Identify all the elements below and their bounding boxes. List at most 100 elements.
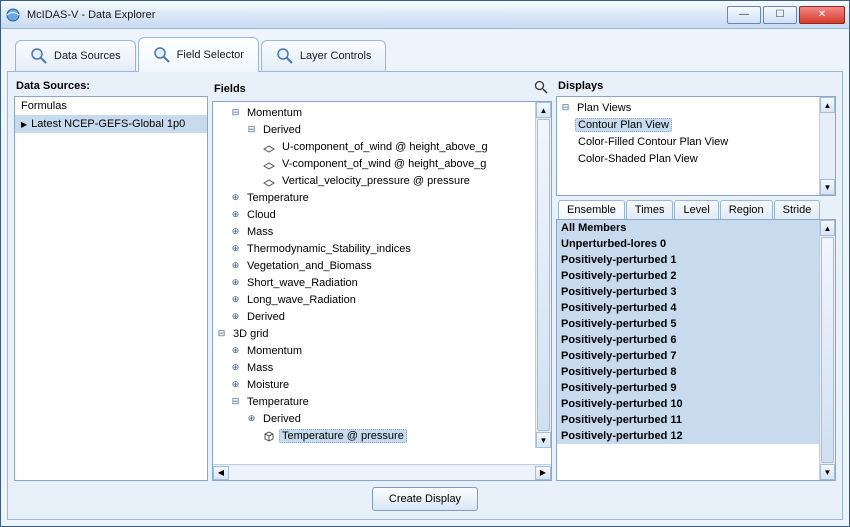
expand-icon[interactable]: ⊕ [231,380,240,389]
member-item[interactable]: Positively-perturbed 7 [557,348,819,364]
field-thermo[interactable]: ⊕Thermodynamic_Stability_indices [217,240,533,257]
main-tabstrip: Data Sources Field Selector Layer Contro… [7,35,843,71]
subtab-ensemble[interactable]: Ensemble [558,200,625,219]
display-color-shaded[interactable]: Color-Shaded Plan View [561,150,815,167]
app-icon [5,7,21,23]
collapse-icon[interactable]: ⊟ [231,397,240,406]
field-mass[interactable]: ⊕Mass [217,223,533,240]
field-moisture-2[interactable]: ⊕Moisture [217,376,533,393]
member-item[interactable]: Positively-perturbed 8 [557,364,819,380]
member-item[interactable]: Positively-perturbed 4 [557,300,819,316]
collapse-icon[interactable]: ⊟ [231,108,240,117]
expand-icon[interactable]: ⊕ [231,210,240,219]
tab-label: Data Sources [54,50,121,62]
members-vertical-scrollbar[interactable]: ▲ ▼ [819,220,835,480]
member-item[interactable]: Positively-perturbed 11 [557,412,819,428]
field-derived-2[interactable]: ⊕Derived [217,308,533,325]
field-3d-grid[interactable]: ⊟3D grid [217,325,533,342]
member-item[interactable]: Positively-perturbed 9 [557,380,819,396]
scroll-thumb[interactable] [537,119,550,431]
field-long-wave[interactable]: ⊕Long_wave_Radiation [217,291,533,308]
fields-header: Fields [214,83,246,95]
scroll-left-icon[interactable]: ◀ [213,466,229,480]
fields-vertical-scrollbar[interactable]: ▲ ▼ [535,102,551,448]
field-momentum[interactable]: ⊟Momentum [217,104,533,121]
main-panel: Data Sources: Formulas Latest NCEP-GEFS-… [7,71,843,520]
expand-icon[interactable]: ⊕ [231,312,240,321]
member-item[interactable]: Positively-perturbed 10 [557,396,819,412]
magnifier-icon [30,47,48,65]
scroll-down-icon[interactable]: ▼ [820,179,835,195]
tab-field-selector[interactable]: Field Selector [138,37,259,72]
member-item[interactable]: Positively-perturbed 12 [557,428,819,444]
tab-data-sources[interactable]: Data Sources [15,40,136,71]
ensemble-members-list[interactable]: All Members Unperturbed-lores 0 Positive… [556,219,836,481]
collapse-icon[interactable]: ⊟ [217,329,226,338]
expand-icon[interactable]: ⊕ [231,346,240,355]
field-vert-vel[interactable]: Vertical_velocity_pressure @ pressure [217,172,533,189]
scroll-down-icon[interactable]: ▼ [820,464,835,480]
expand-icon[interactable]: ⊕ [231,227,240,236]
scroll-right-icon[interactable]: ▶ [535,466,551,480]
field-derived[interactable]: ⊟Derived [217,121,533,138]
displays-header: Displays [556,78,836,96]
titlebar[interactable]: McIDAS-V - Data Explorer — ☐ ✕ [1,1,849,29]
scroll-up-icon[interactable]: ▲ [820,220,835,236]
member-item[interactable]: Positively-perturbed 2 [557,268,819,284]
create-display-button[interactable]: Create Display [372,487,478,511]
scroll-down-icon[interactable]: ▼ [536,432,551,448]
displays-tree[interactable]: ⊟Plan Views Contour Plan View Color-Fill… [556,96,836,196]
displays-vertical-scrollbar[interactable]: ▲ ▼ [819,97,835,195]
subtab-times[interactable]: Times [626,200,674,219]
scroll-up-icon[interactable]: ▲ [820,97,835,113]
expand-icon[interactable]: ⊕ [231,261,240,270]
field-v-wind[interactable]: V-component_of_wind @ height_above_g [217,155,533,172]
fields-tree[interactable]: ⊟Momentum ⊟Derived U-component_of_wind @… [212,101,552,481]
maximize-button[interactable]: ☐ [763,6,797,24]
fields-horizontal-scrollbar[interactable]: ◀ ▶ [213,464,551,480]
member-item[interactable]: All Members [557,220,819,236]
collapse-icon[interactable]: ⊟ [561,103,570,112]
tab-label: Field Selector [177,49,244,61]
field-temperature[interactable]: ⊕Temperature [217,189,533,206]
minimize-button[interactable]: — [727,6,761,24]
field-temperature-2[interactable]: ⊟Temperature [217,393,533,410]
member-item[interactable]: Unperturbed-lores 0 [557,236,819,252]
layer-icon [263,177,275,185]
close-button[interactable]: ✕ [799,6,845,24]
search-icon[interactable] [534,80,548,97]
expand-icon[interactable]: ⊕ [231,295,240,304]
data-source-latest-ncep[interactable]: Latest NCEP-GEFS-Global 1p0 [15,115,207,133]
subtab-region[interactable]: Region [720,200,773,219]
field-short-wave[interactable]: ⊕Short_wave_Radiation [217,274,533,291]
field-momentum-2[interactable]: ⊕Momentum [217,342,533,359]
scroll-up-icon[interactable]: ▲ [536,102,551,118]
member-item[interactable]: Positively-perturbed 5 [557,316,819,332]
member-item[interactable]: Positively-perturbed 1 [557,252,819,268]
subtab-strip: Ensemble Times Level Region Stride [556,196,836,219]
field-temp-at-pressure[interactable]: Temperature @ pressure [217,427,533,444]
display-plan-views[interactable]: ⊟Plan Views [561,99,815,116]
magnifier-icon [153,46,171,64]
tab-layer-controls[interactable]: Layer Controls [261,40,387,71]
expand-icon[interactable]: ⊕ [231,278,240,287]
collapse-icon[interactable]: ⊟ [247,125,256,134]
field-u-wind[interactable]: U-component_of_wind @ height_above_g [217,138,533,155]
expand-icon[interactable]: ⊕ [231,363,240,372]
scroll-thumb[interactable] [821,237,834,463]
member-item[interactable]: Positively-perturbed 6 [557,332,819,348]
field-mass-2[interactable]: ⊕Mass [217,359,533,376]
member-item[interactable]: Positively-perturbed 3 [557,284,819,300]
data-sources-list[interactable]: Formulas Latest NCEP-GEFS-Global 1p0 [14,96,208,481]
subtab-stride[interactable]: Stride [774,200,821,219]
field-vegetation[interactable]: ⊕Vegetation_and_Biomass [217,257,533,274]
expand-icon[interactable]: ⊕ [231,244,240,253]
subtab-level[interactable]: Level [674,200,718,219]
data-source-formulas[interactable]: Formulas [15,97,207,115]
field-derived-3[interactable]: ⊕Derived [217,410,533,427]
display-color-filled[interactable]: Color-Filled Contour Plan View [561,133,815,150]
expand-icon[interactable]: ⊕ [231,193,240,202]
field-cloud[interactable]: ⊕Cloud [217,206,533,223]
expand-icon[interactable]: ⊕ [247,414,256,423]
display-contour-plan-view[interactable]: Contour Plan View [561,116,815,133]
